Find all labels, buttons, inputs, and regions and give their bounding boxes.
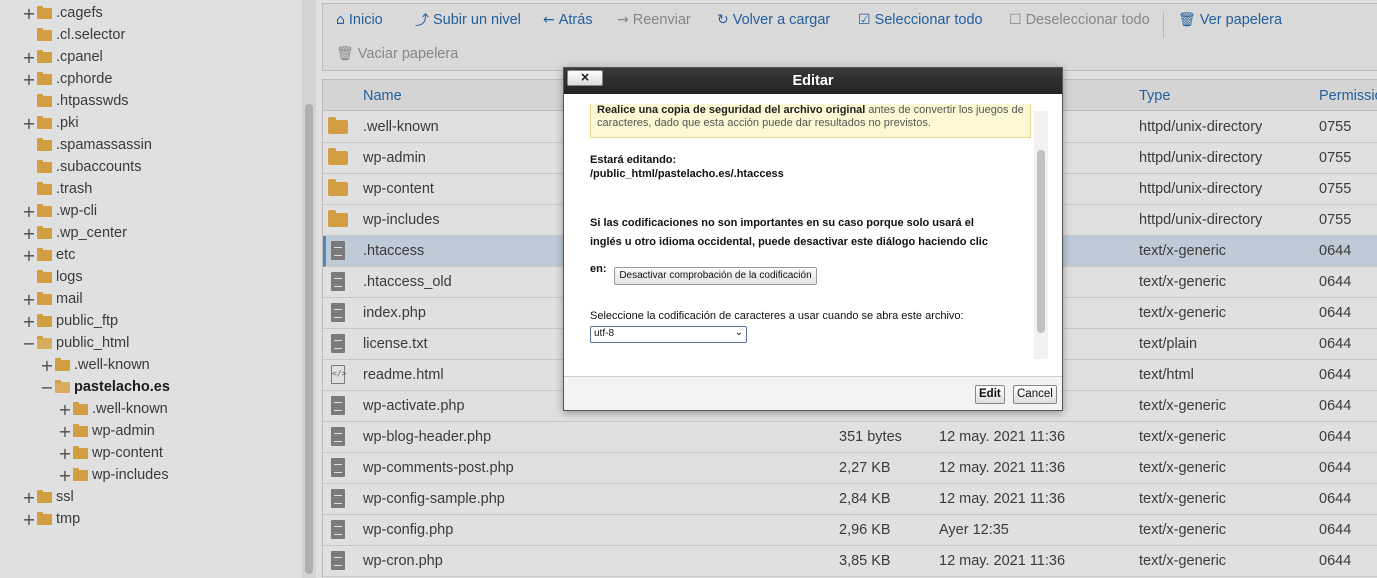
edit-button[interactable]: Edit	[975, 385, 1005, 404]
encoding-select-value: utf-8	[594, 328, 615, 339]
cancel-button[interactable]: Cancel	[1013, 385, 1057, 404]
dialog-scrollbar-thumb[interactable]	[1037, 150, 1045, 333]
warning-bold-text: Realice una copia de seguridad del archi…	[597, 104, 866, 116]
chevron-down-icon: ⌄	[734, 327, 743, 338]
encoding-note-line-3: en:	[590, 263, 607, 275]
warning-box: Realice una copia de seguridad del archi…	[590, 104, 1031, 138]
select-encoding-prompt: Seleccione la codificación de caracteres…	[590, 310, 964, 322]
dialog-body: Realice una copia de seguridad del archi…	[574, 104, 1046, 360]
encoding-select[interactable]: utf-8 ⌄	[590, 326, 747, 343]
editing-path: /public_html/pastelacho.es/.htaccess	[590, 168, 784, 180]
close-button[interactable]: ×	[567, 70, 603, 86]
edit-dialog: Editar × Realice una copia de seguridad …	[563, 67, 1063, 411]
dialog-footer: Edit Cancel	[564, 376, 1062, 410]
editing-label: Estará editando:	[590, 154, 677, 166]
encoding-note-line-1: Si las codificaciones no son importantes…	[590, 217, 974, 229]
encoding-note-line-2: inglés u otro idioma occidental, puede d…	[590, 236, 988, 248]
dialog-title: Editar	[564, 68, 1062, 94]
disable-encoding-check-button[interactable]: Desactivar comprobación de la codificaci…	[614, 267, 817, 285]
